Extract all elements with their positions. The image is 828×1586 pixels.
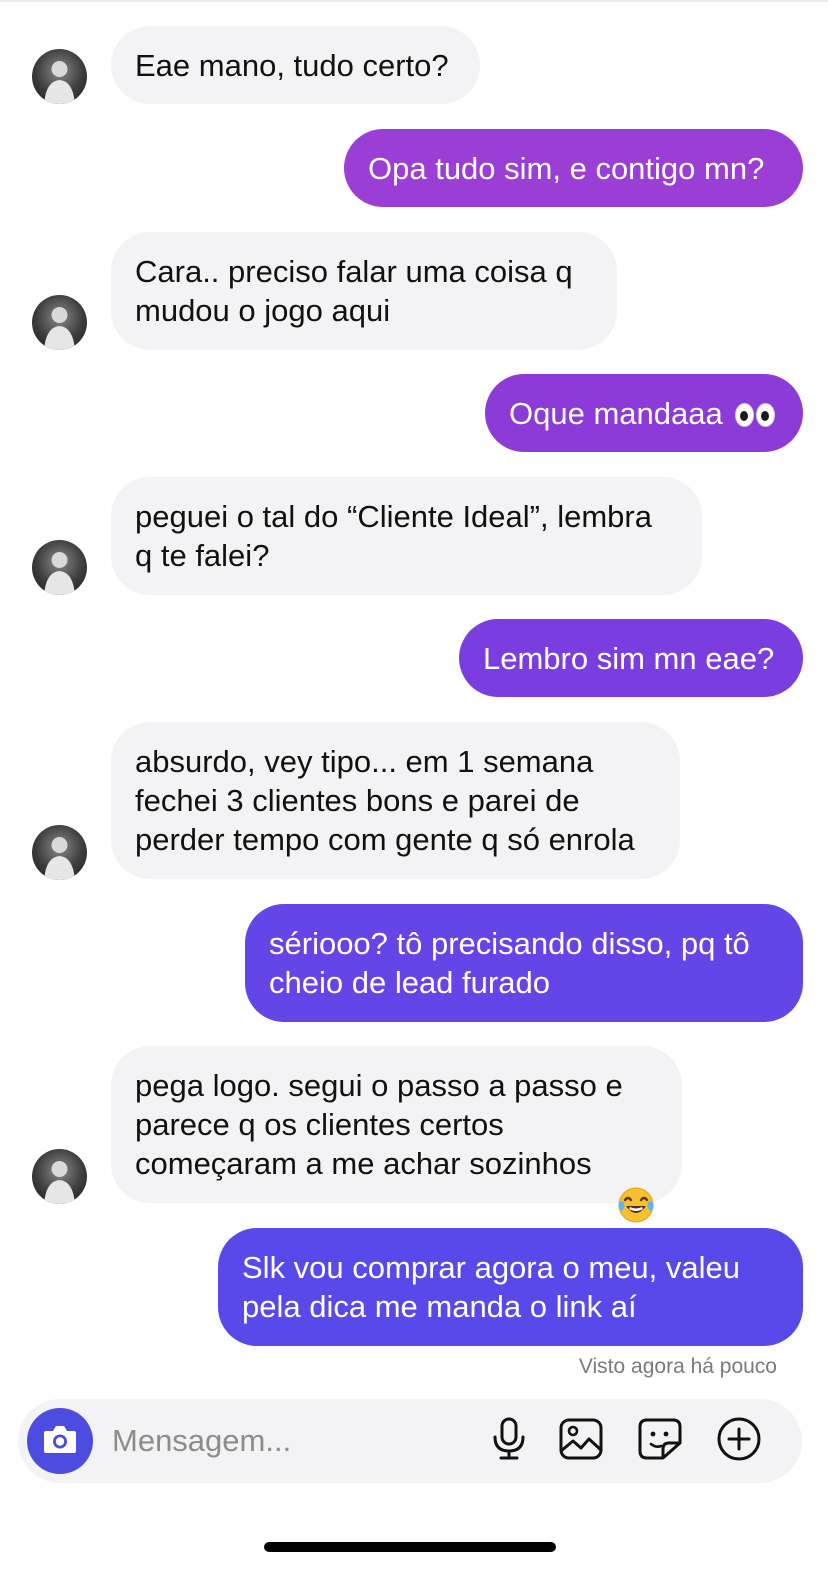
avatar[interactable]: [32, 295, 87, 350]
gallery-button[interactable]: [557, 1417, 605, 1465]
home-indicator[interactable]: [264, 1542, 556, 1552]
message-text: absurdo, vey tipo... em 1 semana fechei …: [135, 744, 635, 857]
message-bubble-received[interactable]: Eae mano, tudo certo?: [111, 26, 480, 104]
message-bubble-received[interactable]: peguei o tal do “Cliente Ideal”, lembra …: [111, 477, 702, 595]
camera-button[interactable]: [27, 1408, 93, 1474]
message-text: peguei o tal do “Cliente Ideal”, lembra …: [135, 499, 652, 573]
message-text: sériooo? tô precisando disso, pq tô chei…: [269, 926, 750, 1000]
message-bubble-received[interactable]: pega logo. segui o passo a passo e parec…: [111, 1046, 682, 1223]
message-text: Oque mandaaa: [509, 395, 723, 431]
image-icon: [558, 1417, 604, 1466]
message-composer: [18, 1399, 802, 1483]
message-text: pega logo. segui o passo a passo e parec…: [135, 1068, 623, 1181]
more-button[interactable]: [715, 1417, 763, 1465]
avatar[interactable]: [32, 540, 87, 595]
eyes-icon: [733, 394, 775, 433]
message-bubble-received[interactable]: Cara.. preciso falar uma coisa q mudou o…: [111, 232, 617, 350]
message-bubble-sent[interactable]: sériooo? tô precisando disso, pq tô chei…: [245, 904, 803, 1022]
seen-status: Visto agora há pouco: [578, 1355, 777, 1378]
sticker-button[interactable]: [636, 1417, 684, 1465]
camera-icon: [42, 1423, 78, 1460]
message-bubble-sent[interactable]: Oque mandaaa: [485, 374, 803, 452]
avatar[interactable]: [32, 49, 87, 104]
sticker-icon: [637, 1417, 683, 1466]
message-bubble-received[interactable]: absurdo, vey tipo... em 1 semana fechei …: [111, 722, 680, 879]
microphone-button[interactable]: [485, 1417, 533, 1465]
microphone-icon: [489, 1417, 529, 1466]
avatar[interactable]: [32, 1149, 87, 1204]
message-text: Cara.. preciso falar uma coisa q mudou o…: [135, 254, 573, 328]
message-text: Opa tudo sim, e contigo mn?: [368, 150, 765, 186]
avatar[interactable]: [32, 825, 87, 880]
tears-of-joy-icon: [616, 1146, 656, 1234]
top-divider: [0, 0, 828, 2]
message-bubble-sent[interactable]: Opa tudo sim, e contigo mn?: [344, 129, 803, 207]
message-text: Slk vou comprar agora o meu, valeu pela …: [242, 1250, 740, 1324]
message-text: Lembro sim mn eae?: [483, 640, 775, 676]
message-input[interactable]: [112, 1421, 472, 1461]
plus-circle-icon: [716, 1416, 762, 1467]
message-bubble-sent[interactable]: Slk vou comprar agora o meu, valeu pela …: [218, 1228, 803, 1346]
message-bubble-sent[interactable]: Lembro sim mn eae?: [459, 619, 803, 697]
message-text: Eae mano, tudo certo?: [135, 47, 449, 83]
